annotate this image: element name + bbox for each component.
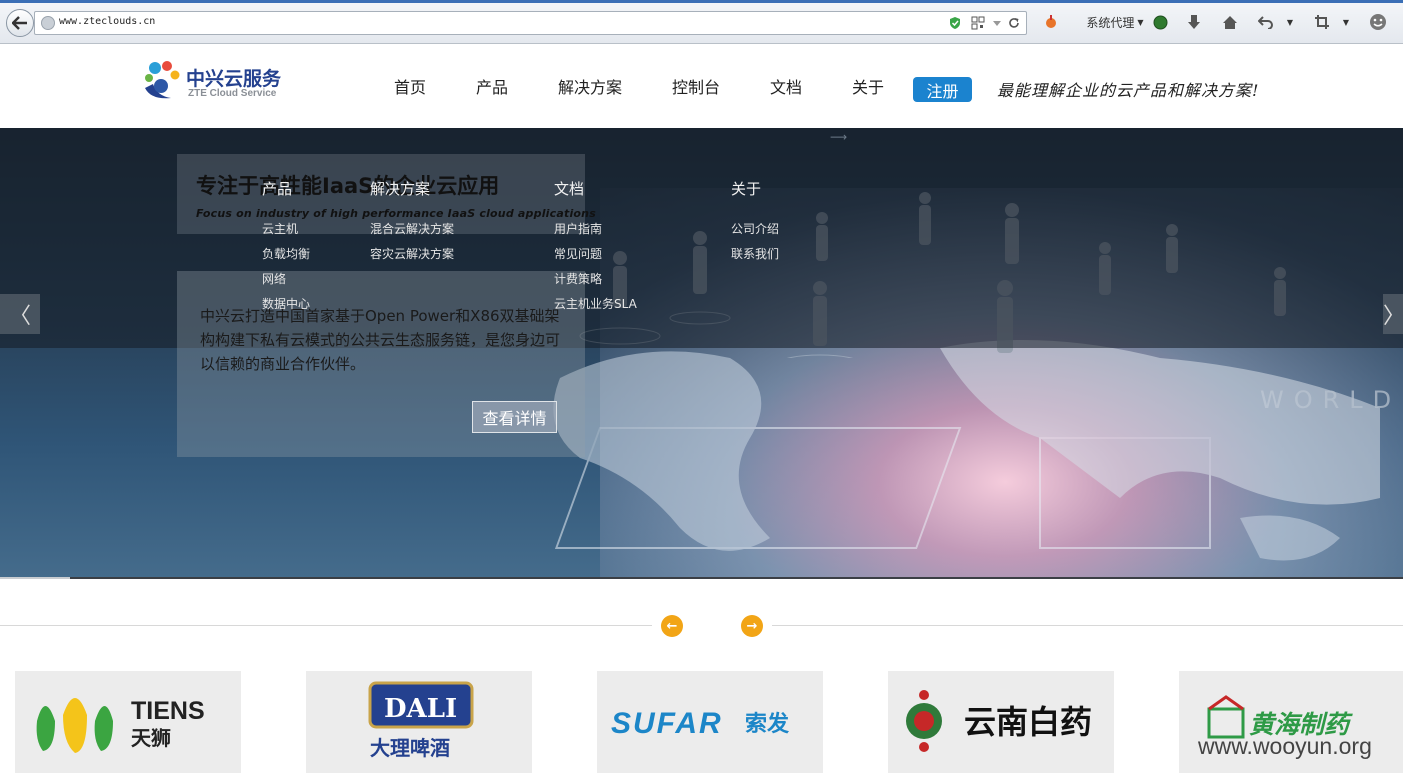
chevron-down-icon: ▼	[1137, 17, 1144, 27]
undo-menu-chevron-icon[interactable]: ▼	[1284, 12, 1296, 32]
decorative-arrow-icon: ⟶	[830, 130, 848, 144]
menu-column-solutions: 解决方案 混合云解决方案 容灾云解决方案	[370, 178, 454, 270]
svg-text:TIENS: TIENS	[131, 697, 205, 725]
menu-heading[interactable]: 关于	[731, 178, 779, 199]
menu-item[interactable]: 计费策略	[554, 270, 637, 295]
nav-docs[interactable]: 文档	[770, 74, 802, 98]
partner-logo-dali[interactable]: DALI 大理啤酒	[306, 671, 532, 773]
watermark-text: www.wooyun.org	[1198, 733, 1372, 759]
logo-text-cn: 中兴云服务	[186, 68, 282, 90]
download-icon[interactable]	[1185, 12, 1203, 32]
menu-item[interactable]: 常见问题	[554, 245, 637, 270]
nav-about[interactable]: 关于	[852, 74, 884, 98]
menu-item[interactable]: 混合云解决方案	[370, 220, 454, 245]
home-icon[interactable]	[1220, 12, 1240, 32]
tab-strip-line	[0, 0, 1403, 3]
svg-text:大理啤酒: 大理啤酒	[370, 736, 450, 760]
menu-item[interactable]: 网络	[262, 270, 310, 295]
arrow-right-icon: →	[746, 618, 758, 634]
chevron-right-icon: 〉	[1383, 304, 1403, 329]
browser-toolbar: www.zteclouds.cn 系统代理 ▼ ▼ ▼	[0, 0, 1403, 44]
addon-icon[interactable]	[1042, 12, 1060, 32]
menu-column-about: 关于 公司介绍 联系我们	[731, 178, 779, 270]
hero-slider: WORLD ⟶ 专注于高性能IaaS的企业云应用 Focus on indust…	[0, 128, 1403, 579]
menu-item[interactable]: 用户指南	[554, 220, 637, 245]
slide-prev-button[interactable]: 〈	[0, 294, 40, 334]
menu-item[interactable]: 云主机	[262, 220, 310, 245]
nav-solutions[interactable]: 解决方案	[558, 74, 622, 98]
chevron-left-icon: 〈	[8, 304, 31, 329]
logo-mark-icon	[145, 61, 180, 99]
svg-text:云南白药: 云南白药	[964, 703, 1092, 741]
svg-text:天狮: 天狮	[131, 726, 171, 750]
menu-column-products: 产品 云主机 负载均衡 网络 数据中心	[262, 178, 310, 320]
partner-logo-yunnan-baiyao[interactable]: 云南白药	[888, 671, 1114, 773]
arrow-left-icon: ←	[666, 618, 678, 634]
menu-item[interactable]: 数据中心	[262, 295, 310, 320]
slide-progress-bar	[0, 577, 1403, 579]
register-button[interactable]: 注册	[913, 77, 972, 102]
proxy-status-icon[interactable]	[1151, 12, 1169, 32]
menu-item[interactable]: 联系我们	[731, 245, 779, 270]
partners-prev-button[interactable]: ←	[661, 615, 683, 637]
dropdown-arrow-icon[interactable]	[990, 16, 1004, 30]
nav-products[interactable]: 产品	[476, 74, 508, 98]
crop-menu-chevron-icon[interactable]: ▼	[1340, 12, 1352, 32]
partner-logo-tiens[interactable]: TIENS 天狮	[15, 671, 241, 773]
globe-icon	[41, 16, 55, 30]
refresh-icon[interactable]	[1007, 16, 1021, 30]
proxy-label: 系统代理	[1086, 15, 1135, 30]
nav-home[interactable]: 首页	[394, 74, 426, 98]
slide-progress-fill	[0, 577, 71, 579]
shield-icon[interactable]	[948, 16, 962, 30]
yunnan-baiyao-logo-icon: 云南白药	[906, 690, 1092, 752]
svg-text:WORLD: WORLD	[1260, 386, 1400, 414]
partners-next-button[interactable]: →	[741, 615, 763, 637]
dali-logo-icon: DALI 大理啤酒	[368, 681, 474, 760]
menu-heading[interactable]: 解决方案	[370, 178, 454, 199]
logo-text-en: ZTE Cloud Service	[188, 88, 277, 99]
menu-heading[interactable]: 产品	[262, 178, 310, 199]
menu-column-docs: 文档 用户指南 常见问题 计费策略 云主机业务SLA	[554, 178, 637, 320]
menu-item[interactable]: 负载均衡	[262, 245, 310, 270]
hero-description: 中兴云打造中国首家基于Open Power和X86双基础架构构建下私有云模式的公…	[200, 307, 561, 373]
slide-next-button[interactable]: 〉	[1383, 294, 1403, 334]
proxy-menu[interactable]: 系统代理 ▼	[1082, 12, 1148, 32]
back-button[interactable]	[6, 9, 34, 37]
site-header: 中兴云服务 ZTE Cloud Service 首页 产品 解决方案 控制台 文…	[0, 44, 1403, 128]
sufar-logo-icon: SUFAR 索发	[611, 707, 790, 740]
tiens-logo-icon: TIENS 天狮	[36, 697, 205, 753]
site-logo[interactable]: 中兴云服务 ZTE Cloud Service	[141, 58, 286, 104]
svg-text:DALI: DALI	[384, 694, 457, 724]
smiley-icon[interactable]	[1367, 12, 1389, 32]
view-details-button[interactable]: 查看详情	[472, 401, 557, 433]
svg-text:SUFAR: SUFAR	[611, 707, 723, 740]
menu-item[interactable]: 容灾云解决方案	[370, 245, 454, 270]
header-slogan: 最能理解企业的云产品和解决方案!	[997, 81, 1260, 100]
menu-item[interactable]: 云主机业务SLA	[554, 295, 637, 320]
url-text: www.zteclouds.cn	[59, 16, 156, 27]
address-bar[interactable]: www.zteclouds.cn	[34, 11, 1027, 35]
menu-heading[interactable]: 文档	[554, 178, 637, 199]
undo-icon[interactable]	[1256, 12, 1276, 32]
qrcode-icon[interactable]	[971, 16, 985, 30]
svg-text:索发: 索发	[745, 711, 790, 737]
partner-logo-sufar[interactable]: SUFAR 索发	[597, 671, 823, 773]
back-arrow-icon	[12, 16, 27, 30]
nav-console[interactable]: 控制台	[672, 74, 720, 98]
crop-icon[interactable]	[1312, 12, 1332, 32]
menu-item[interactable]: 公司介绍	[731, 220, 779, 245]
